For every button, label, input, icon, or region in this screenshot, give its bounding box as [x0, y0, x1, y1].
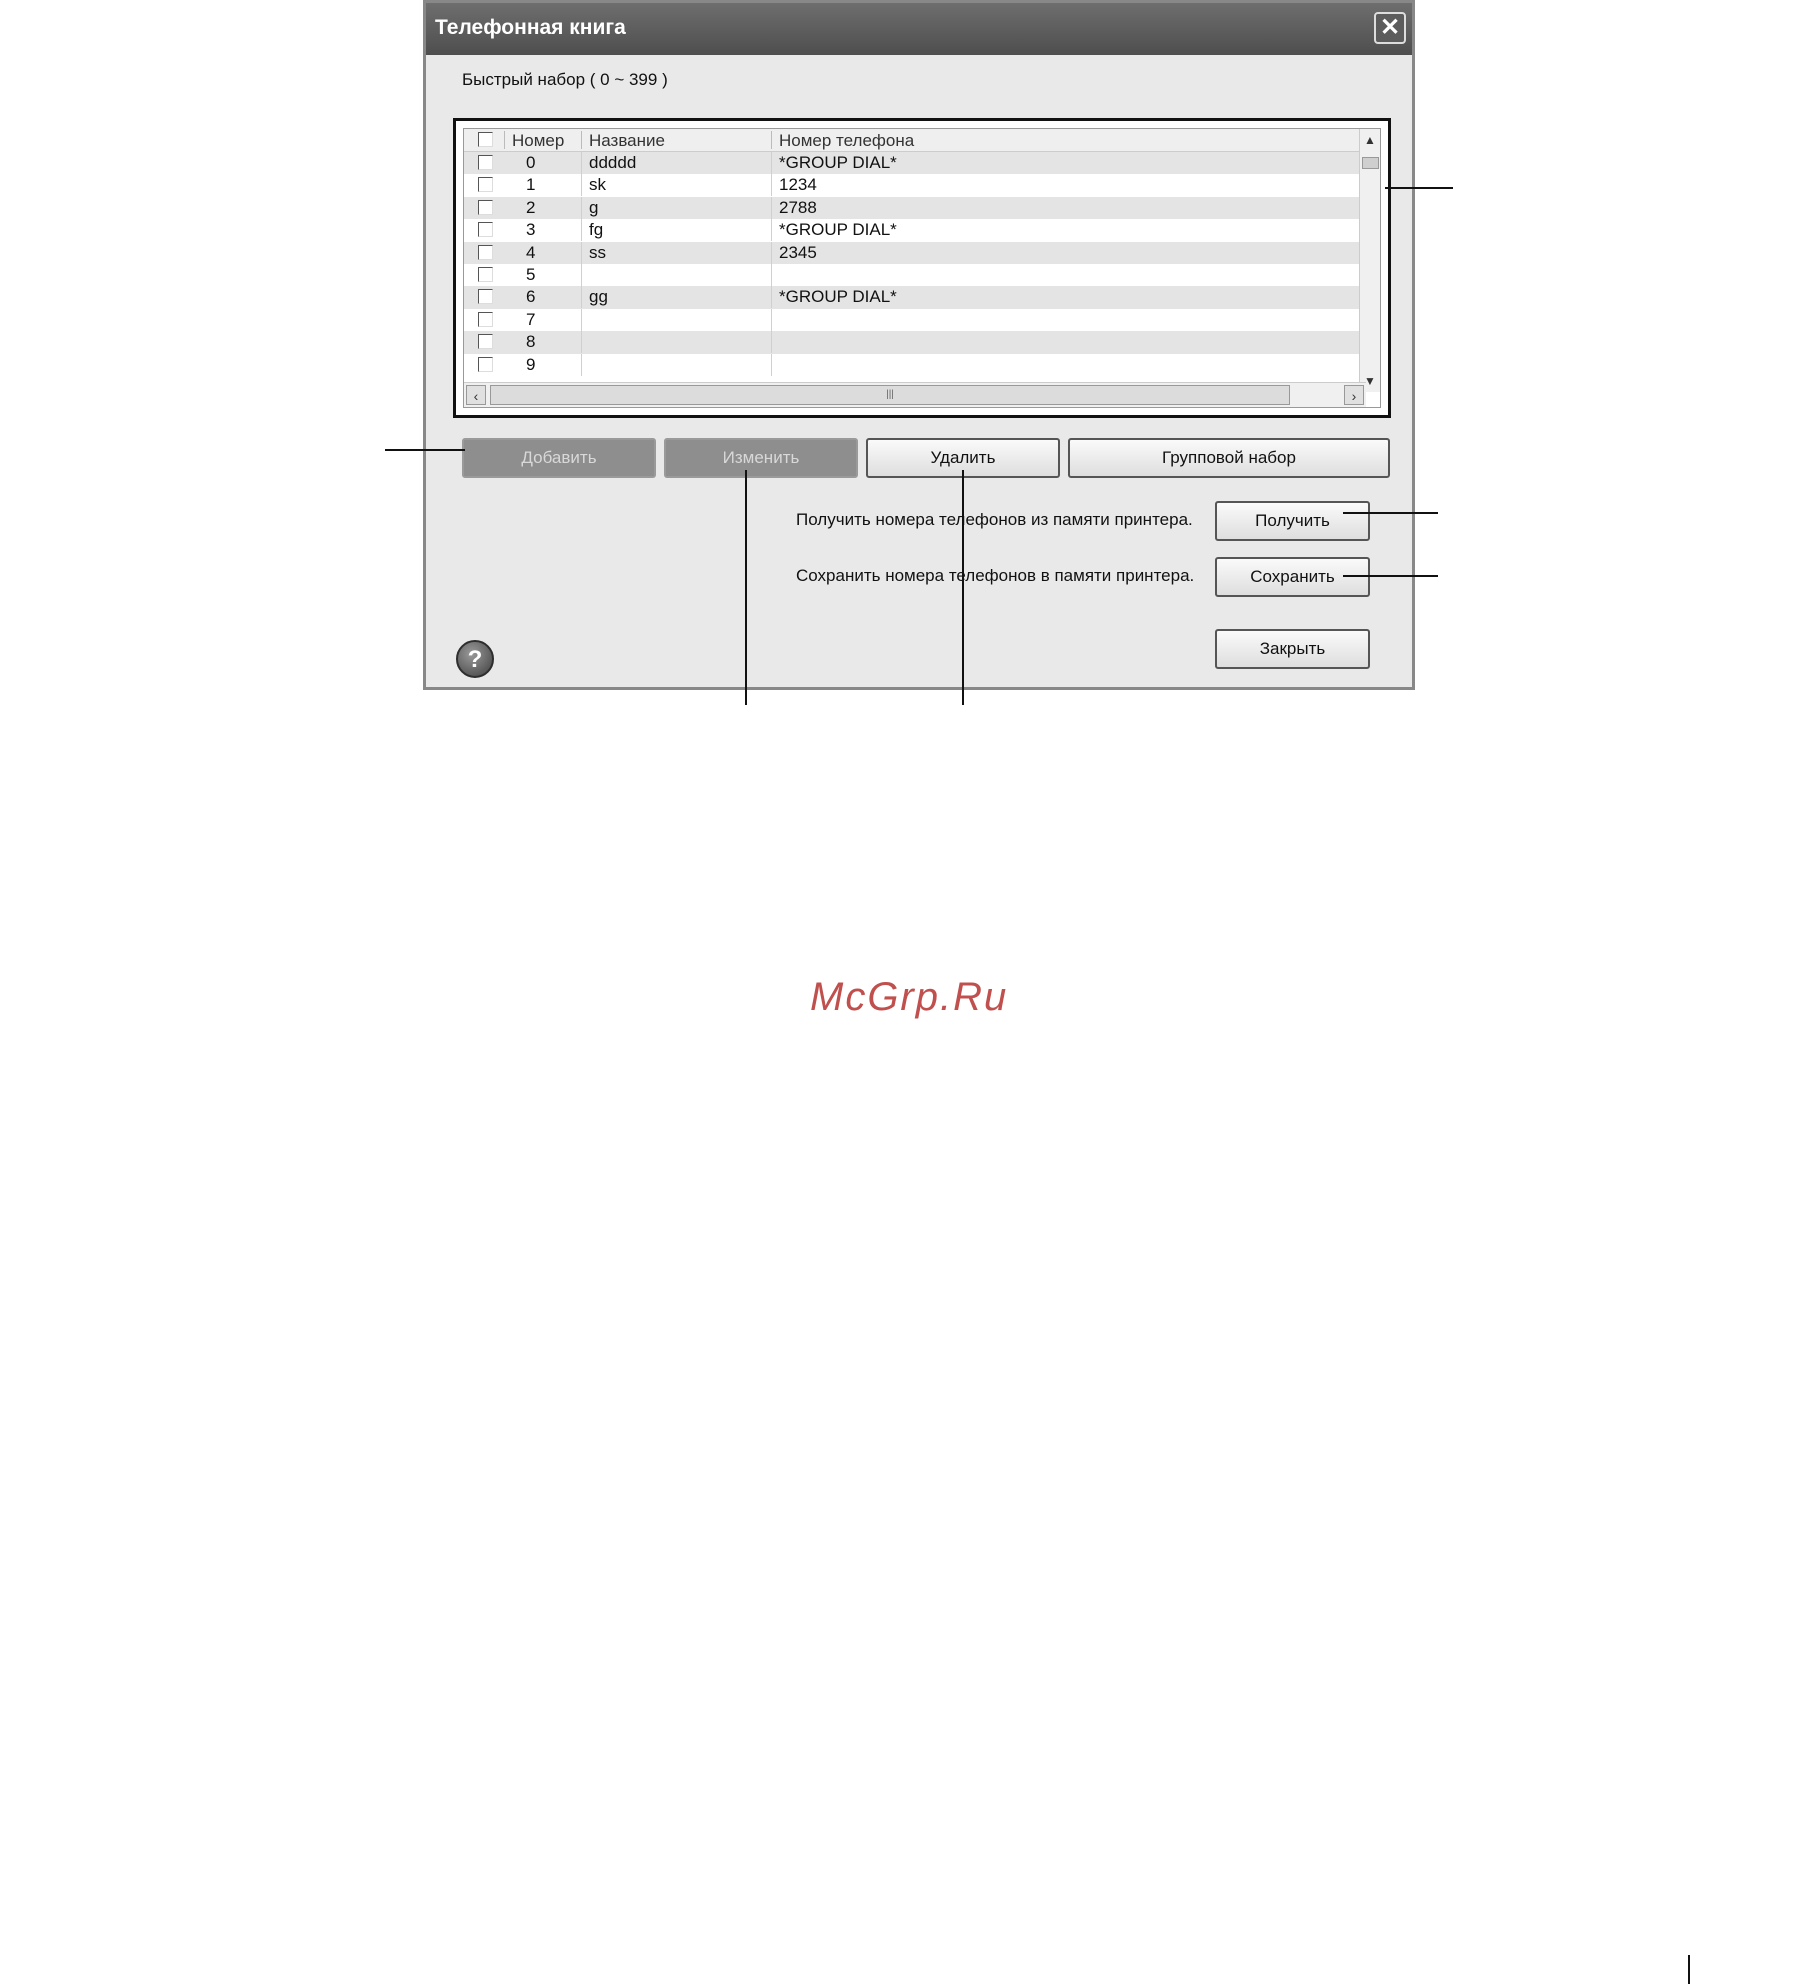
row-checkbox[interactable]	[478, 177, 493, 193]
row-number-cell: 5	[526, 264, 536, 284]
phonebook-dialog: Телефонная книга ✕ Быстрый набор ( 0 ~ 3…	[423, 0, 1415, 690]
column-header-phone[interactable]: Номер телефона	[779, 131, 914, 151]
table-row[interactable]: 7	[464, 308, 1364, 332]
group-dial-button[interactable]: Групповой набор	[1068, 438, 1390, 478]
column-separator	[581, 263, 582, 286]
column-separator	[771, 219, 772, 242]
get-button[interactable]: Получить	[1215, 501, 1370, 541]
row-number-cell: 0	[526, 153, 536, 172]
table-row[interactable]: 1 sk 1234	[464, 174, 1364, 197]
row-phone-cell: 2345	[779, 242, 817, 262]
column-separator	[771, 353, 772, 376]
page-edge-mark	[1688, 1955, 1690, 1984]
save-button[interactable]: Сохранить	[1215, 557, 1370, 597]
row-name-cell: g	[589, 197, 599, 217]
row-checkbox[interactable]	[478, 244, 493, 260]
row-checkbox[interactable]	[478, 266, 493, 282]
row-checkbox[interactable]	[478, 334, 493, 350]
row-name-cell: fg	[589, 220, 604, 240]
row-number-cell: 7	[526, 309, 536, 329]
callout-line-save	[1343, 575, 1438, 577]
callout-line-grid	[1385, 187, 1453, 189]
row-number-cell: 4	[526, 242, 536, 262]
dialog-title: Телефонная книга	[435, 16, 626, 39]
save-description: Сохранить номера телефонов в памяти прин…	[796, 566, 1195, 585]
row-number-cell: 1	[526, 175, 536, 195]
vertical-scrollbar[interactable]: ▲ ▼	[1359, 129, 1380, 392]
column-separator	[581, 174, 582, 197]
scroll-up-icon[interactable]: ▲	[1361, 131, 1379, 149]
column-separator	[581, 308, 582, 331]
row-number-cell: 8	[526, 332, 536, 352]
column-separator	[771, 196, 772, 219]
column-separator	[771, 286, 772, 309]
column-separator	[581, 331, 582, 354]
row-name-cell: ddddd	[589, 153, 637, 172]
row-phone-cell: *GROUP DIAL*	[779, 153, 897, 172]
get-description: Получить номера телефонов из памяти прин…	[796, 510, 1193, 529]
grid-rows: 0 ddddd *GROUP DIAL* 1 sk 1234 2 g 2788 3 fg *GROUP…	[464, 152, 1364, 376]
horizontal-scroll-thumb[interactable]: |||	[490, 385, 1290, 405]
callout-line-get	[1343, 512, 1438, 514]
table-row[interactable]: 3 fg *GROUP DIAL*	[464, 219, 1364, 242]
row-name-cell: sk	[589, 175, 606, 195]
table-row[interactable]: 9	[464, 353, 1364, 376]
row-checkbox[interactable]	[478, 199, 493, 215]
select-all-checkbox[interactable]	[478, 132, 493, 147]
table-row[interactable]: 5	[464, 263, 1364, 287]
row-checkbox[interactable]	[478, 155, 493, 170]
row-phone-cell: 1234	[779, 175, 817, 195]
row-number-cell: 9	[526, 354, 536, 374]
column-separator	[771, 174, 772, 197]
row-phone-cell: *GROUP DIAL*	[779, 220, 897, 240]
row-number-cell: 3	[526, 220, 536, 240]
callout-line-edit	[745, 470, 747, 705]
phonebook-grid: Номер Название Номер телефона 0 ddddd *GRO…	[453, 118, 1391, 418]
scroll-right-icon[interactable]: ›	[1344, 385, 1364, 405]
row-name-cell: gg	[589, 287, 608, 307]
column-separator	[581, 219, 582, 242]
column-separator	[771, 241, 772, 264]
vertical-scroll-thumb[interactable]	[1362, 157, 1379, 169]
table-row[interactable]: 8	[464, 331, 1364, 354]
row-name-cell: ss	[589, 242, 606, 262]
edit-button[interactable]: Изменить	[664, 438, 858, 478]
row-checkbox[interactable]	[478, 311, 493, 327]
row-number-cell: 2	[526, 197, 536, 217]
column-header-name[interactable]: Название	[589, 131, 665, 151]
column-separator	[771, 331, 772, 354]
column-separator	[771, 152, 772, 174]
column-separator	[581, 241, 582, 264]
table-row[interactable]: 6 gg *GROUP DIAL*	[464, 286, 1364, 309]
grid-header: Номер Название Номер телефона	[464, 129, 1364, 152]
column-header-number[interactable]: Номер	[512, 131, 564, 151]
row-phone-cell: *GROUP DIAL*	[779, 287, 897, 307]
close-icon[interactable]: ✕	[1374, 12, 1406, 44]
speed-dial-label: Быстрый набор ( 0 ~ 399 )	[462, 70, 668, 89]
horizontal-scrollbar[interactable]: ‹ ||| ›	[464, 382, 1366, 407]
row-phone-cell: 2788	[779, 197, 817, 217]
table-row[interactable]: 0 ddddd *GROUP DIAL*	[464, 152, 1364, 175]
column-separator	[581, 353, 582, 376]
column-separator	[581, 286, 582, 309]
add-button[interactable]: Добавить	[462, 438, 656, 478]
table-row[interactable]: 2 g 2788	[464, 196, 1364, 220]
callout-line-add	[385, 449, 465, 451]
row-checkbox[interactable]	[478, 289, 493, 305]
help-icon[interactable]: ?	[456, 640, 494, 678]
title-bar: Телефонная книга ✕	[426, 3, 1412, 55]
table-row[interactable]: 4 ss 2345	[464, 241, 1364, 264]
watermark: McGrp.Ru	[810, 975, 1009, 1019]
row-checkbox[interactable]	[478, 356, 493, 372]
column-separator	[771, 263, 772, 286]
column-separator	[581, 196, 582, 219]
scroll-left-icon[interactable]: ‹	[466, 385, 486, 405]
column-separator	[771, 308, 772, 331]
column-separator	[581, 152, 582, 174]
row-number-cell: 6	[526, 287, 536, 307]
close-button[interactable]: Закрыть	[1215, 629, 1370, 669]
row-checkbox[interactable]	[478, 222, 493, 238]
callout-line-delete	[962, 470, 964, 705]
